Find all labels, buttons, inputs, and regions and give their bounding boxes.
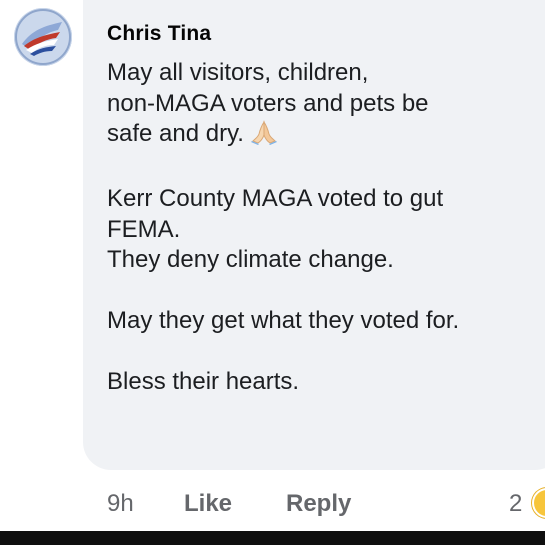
comment-line: Kerr County MAGA voted to gut bbox=[107, 185, 444, 212]
bottom-divider bbox=[0, 531, 545, 545]
like-button[interactable]: Like bbox=[184, 490, 232, 518]
comment-body: May all visitors, children, non-MAGA vot… bbox=[107, 58, 545, 398]
comment-author[interactable]: Chris Tina bbox=[107, 22, 211, 46]
comment-timestamp[interactable]: 9h bbox=[107, 490, 134, 518]
avatar[interactable] bbox=[14, 8, 72, 66]
reply-button[interactable]: Reply bbox=[286, 490, 351, 518]
comment-screenshot: Chris Tina May all visitors, children, n… bbox=[0, 0, 545, 545]
comment-line: Bless their hearts. bbox=[107, 368, 300, 395]
comment-actions: 9h Like Reply 2 bbox=[107, 486, 545, 526]
comment-line: FEMA. bbox=[107, 215, 181, 243]
comment-line: May they get what they voted for. bbox=[107, 307, 460, 334]
folded-hands-icon bbox=[250, 119, 278, 154]
reaction-count[interactable]: 2 bbox=[509, 490, 522, 518]
comment-line: safe and dry. bbox=[107, 119, 545, 154]
comment-line: They deny climate change. bbox=[107, 246, 394, 273]
comment-line-text: safe and dry. bbox=[107, 120, 244, 147]
comment-line: non-MAGA voters and pets be bbox=[107, 89, 429, 117]
comment-line: May all visitors, children, bbox=[107, 59, 369, 86]
avatar-image bbox=[15, 9, 71, 65]
reaction-emoji-icon[interactable] bbox=[532, 488, 545, 518]
